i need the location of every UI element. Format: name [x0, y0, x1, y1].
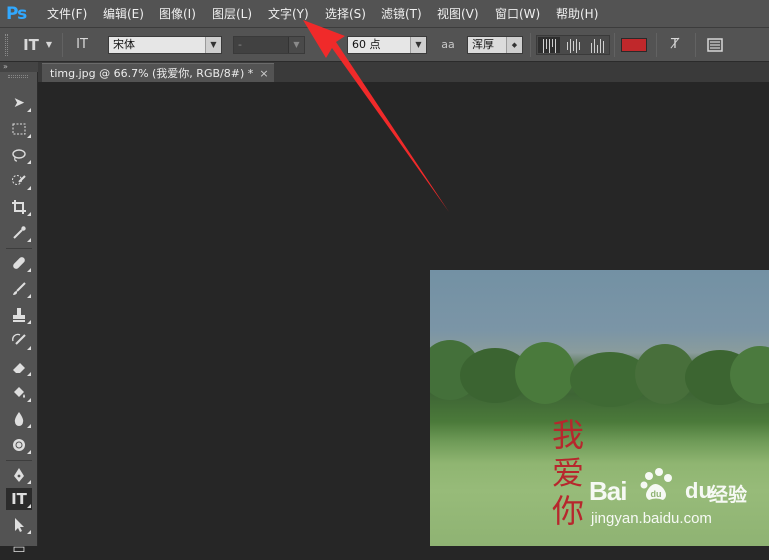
move-tool-icon[interactable]: ➤ [6, 92, 32, 114]
dodge-tool-icon[interactable] [6, 434, 32, 456]
menu-edit[interactable]: 编辑(E) [103, 5, 144, 23]
warp-text-icon[interactable]: Ⱦ [664, 35, 686, 55]
brush-tool-icon[interactable] [6, 278, 32, 300]
align-center-button[interactable] [562, 37, 584, 53]
baidu-paw-icon: du [640, 468, 672, 500]
document-image[interactable]: 我 爱 你 Bai du du 经验 jingyan.baidu.com [430, 270, 769, 546]
menu-file[interactable]: 文件(F) [47, 5, 87, 23]
menu-filter[interactable]: 滤镜(T) [381, 5, 422, 23]
watermark-url: jingyan.baidu.com [591, 510, 712, 527]
text-char-1: 我 [551, 416, 584, 454]
anti-alias-icon: aa [441, 38, 455, 51]
menu-window[interactable]: 窗口(W) [495, 5, 540, 23]
pen-tool-icon[interactable] [6, 464, 32, 486]
tools-panel-grip[interactable] [8, 75, 28, 78]
watermark-brand-left: Bai [589, 476, 627, 506]
options-bar-grip[interactable] [5, 34, 8, 56]
vertical-text-layer[interactable]: 我 爱 你 [548, 416, 588, 530]
text-color-swatch[interactable] [621, 38, 647, 52]
anti-alias-dropdown[interactable]: 浑厚 ◆ [467, 36, 523, 54]
options-separator [695, 33, 696, 57]
tree-blur [515, 342, 575, 404]
chevron-down-icon: ▼ [205, 37, 221, 53]
horizontal-type-tool-icon[interactable]: IT [6, 488, 32, 510]
crop-tool-icon[interactable] [6, 196, 32, 218]
baidu-jingyan-watermark: Bai du du 经验 jingyan.baidu.com [585, 462, 769, 542]
tools-panel-collapse-icon[interactable]: » [0, 62, 38, 72]
toggle-text-orientation-icon[interactable]: IT [70, 35, 94, 55]
font-family-value: 宋体 [113, 38, 135, 51]
character-panel-icon[interactable] [704, 35, 726, 55]
menu-image[interactable]: 图像(I) [159, 5, 196, 23]
eraser-tool-icon[interactable] [6, 356, 32, 378]
chevron-down-icon: ▼ [410, 37, 426, 53]
chevron-down-icon: ▼ [288, 37, 304, 53]
align-right-button[interactable] [586, 37, 608, 53]
document-tab-title: timg.jpg @ 66.7% (我爱你, RGB/8#) * [50, 67, 254, 80]
horizontal-type-tool-icon[interactable]: IT [20, 35, 42, 55]
tools-separator [6, 248, 32, 249]
font-size-value: 60 点 [352, 38, 381, 51]
text-char-3: 你 [551, 492, 584, 530]
align-left-button[interactable] [538, 37, 560, 53]
history-brush-tool-icon[interactable] [6, 330, 32, 352]
document-tab-bar: timg.jpg @ 66.7% (我爱你, RGB/8#) * × [38, 62, 769, 82]
blur-tool-icon[interactable] [6, 408, 32, 430]
font-size-dropdown[interactable]: 60 点 ▼ [347, 36, 427, 54]
quick-selection-tool-icon[interactable] [6, 170, 32, 192]
paint-bucket-tool-icon[interactable] [6, 382, 32, 404]
svg-text:du: du [651, 489, 662, 499]
font-family-dropdown[interactable]: 宋体 ▼ [108, 36, 222, 54]
menu-view[interactable]: 视图(V) [437, 5, 479, 23]
anti-alias-value: 浑厚 [472, 38, 494, 51]
lasso-tool-icon[interactable] [6, 144, 32, 166]
options-separator [530, 33, 531, 57]
watermark-brand-right: du [685, 478, 712, 503]
menu-type[interactable]: 文字(Y) [268, 5, 309, 23]
font-size-icon: T [330, 37, 338, 52]
menu-bar: Ps 文件(F) 编辑(E) 图像(I) 图层(L) 文字(Y) 选择(S) 滤… [0, 0, 769, 28]
tools-panel: » ➤ IT ▭ [0, 62, 38, 557]
options-bar: IT ▼ IT 宋体 ▼ - ▼ T 60 点 ▼ aa 浑厚 ◆ Ⱦ [0, 28, 769, 62]
options-separator [62, 33, 63, 57]
updown-icon: ◆ [506, 37, 522, 53]
marquee-tool-icon[interactable] [6, 118, 32, 140]
document-tab[interactable]: timg.jpg @ 66.7% (我爱你, RGB/8#) * × [42, 63, 274, 82]
eyedropper-tool-icon[interactable] [6, 222, 32, 244]
canvas-workspace[interactable]: 我 爱 你 Bai du du 经验 jingyan.baidu.com [38, 82, 769, 546]
menu-select[interactable]: 选择(S) [325, 5, 366, 23]
menu-help[interactable]: 帮助(H) [556, 5, 598, 23]
menu-layer[interactable]: 图层(L) [212, 5, 252, 23]
tools-separator [6, 460, 32, 461]
options-separator [656, 33, 657, 57]
font-style-value: - [238, 38, 242, 51]
watermark-brand-cn: 经验 [709, 484, 748, 506]
photoshop-logo: Ps [6, 4, 27, 24]
options-separator [614, 33, 615, 57]
close-icon[interactable]: × [258, 64, 270, 83]
healing-brush-tool-icon[interactable] [6, 252, 32, 274]
tool-preset-chevron-down-icon[interactable]: ▼ [43, 35, 55, 55]
shape-tool-icon[interactable]: ▭ [6, 538, 32, 560]
font-style-dropdown[interactable]: - ▼ [233, 36, 305, 54]
clone-stamp-tool-icon[interactable] [6, 304, 32, 326]
path-selection-tool-icon[interactable] [6, 514, 32, 536]
text-align-group [536, 35, 610, 55]
text-char-2: 爱 [551, 454, 584, 492]
